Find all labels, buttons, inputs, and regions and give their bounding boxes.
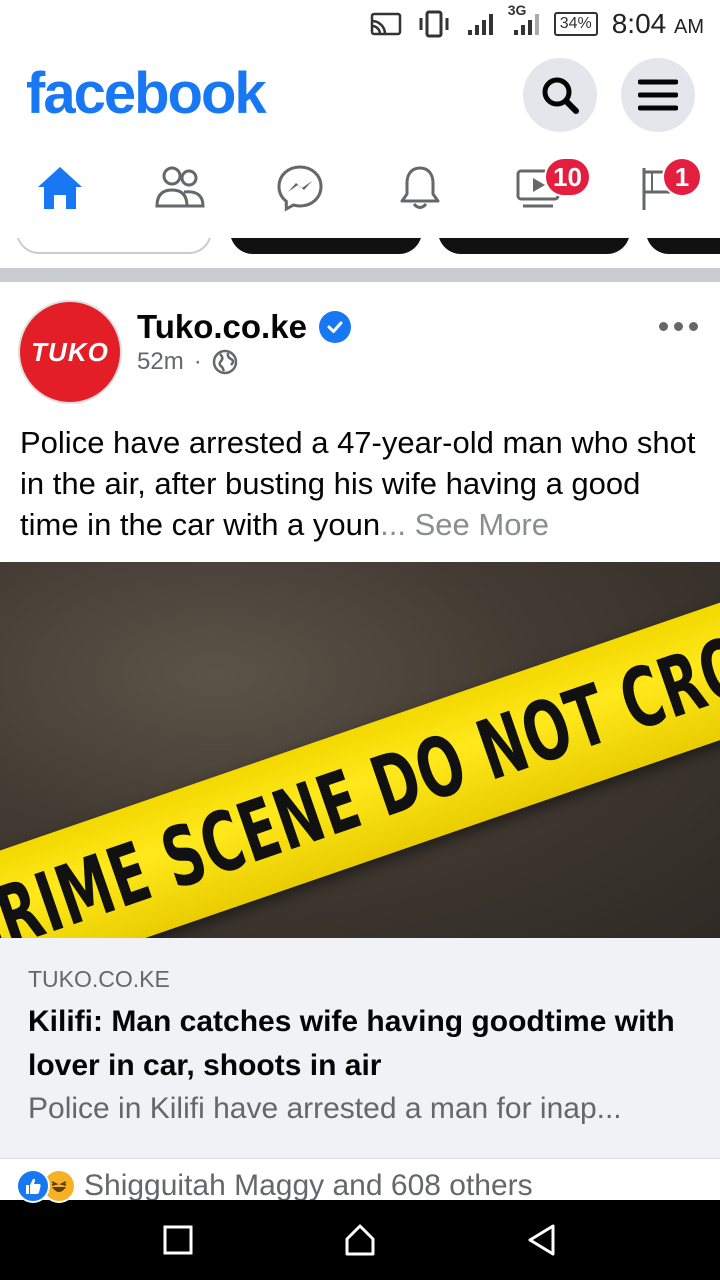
search-button[interactable] — [523, 58, 597, 132]
app-header: facebook — [0, 48, 720, 138]
link-domain: TUKO.CO.KE — [28, 966, 170, 992]
feed-divider — [0, 268, 720, 282]
status-bar: 3G 34% 8:04 AM — [0, 0, 720, 48]
tab-notifications[interactable] — [360, 138, 480, 238]
watch-badge: 10 — [544, 157, 591, 197]
link-title: Kilifi: Man catches wife having goodtime… — [28, 1005, 675, 1082]
avatar[interactable]: TUKO — [18, 300, 122, 404]
cast-icon — [370, 0, 402, 48]
more-dot — [674, 322, 683, 331]
post-image[interactable]: CRIME SCENE DO NOT CROSS — [0, 562, 720, 938]
vibrate-icon — [416, 0, 452, 48]
recents-icon — [163, 1225, 193, 1255]
main-nav: 10 1 — [0, 138, 720, 238]
clock: 8:04 AM — [611, 8, 704, 39]
tab-friends[interactable] — [120, 138, 240, 238]
post-options-button[interactable] — [659, 322, 698, 331]
globe-icon — [212, 349, 237, 375]
author-name: Tuko.co.ke — [137, 308, 307, 345]
link-preview[interactable]: TUKO.CO.KE Kilifi: Man catches wife havi… — [0, 938, 720, 1158]
home-icon — [345, 1224, 375, 1256]
post-author[interactable]: Tuko.co.ke — [137, 308, 351, 346]
like-icon — [16, 1169, 50, 1203]
see-more-link[interactable]: See More — [415, 507, 549, 542]
link-description: Police in Kilifi have arrested a man for… — [28, 1092, 622, 1125]
tab-messenger[interactable] — [240, 138, 360, 238]
tab-watch[interactable]: 10 — [480, 138, 600, 238]
menu-icon — [638, 79, 678, 111]
android-home-button[interactable] — [340, 1220, 380, 1260]
signal-3g-icon: 3G — [508, 0, 540, 48]
crime-scene-tape: CRIME SCENE DO NOT CROSS — [0, 577, 720, 938]
tab-marketplace[interactable]: 1 — [600, 138, 720, 238]
create-story-card[interactable] — [16, 238, 212, 254]
post-text: Police have arrested a 47-year-old man w… — [20, 425, 696, 542]
back-icon — [528, 1224, 555, 1256]
bell-icon — [400, 166, 440, 209]
verified-icon — [318, 311, 351, 343]
story-card[interactable] — [438, 238, 630, 254]
search-icon — [542, 77, 579, 114]
home-icon — [38, 167, 82, 209]
friends-icon — [155, 166, 205, 208]
messenger-icon — [277, 165, 323, 212]
post-time[interactable]: 52m — [137, 348, 184, 376]
tab-home[interactable] — [0, 138, 120, 238]
recents-button[interactable] — [158, 1220, 198, 1260]
menu-button[interactable] — [621, 58, 695, 132]
battery-icon: 34% — [553, 0, 598, 48]
android-nav-bar — [0, 1200, 720, 1280]
stories-strip[interactable] — [0, 238, 720, 260]
meta-separator: · — [193, 348, 202, 375]
reactions-text: Shigguitah Maggy and 608 others — [84, 1169, 533, 1202]
story-card[interactable] — [646, 238, 720, 254]
battery-level: 34% — [553, 12, 598, 36]
back-button[interactable] — [522, 1220, 562, 1260]
more-dot — [689, 322, 698, 331]
post-meta: 52m · — [137, 348, 238, 376]
avatar-logo-text: TUKO — [31, 336, 109, 367]
more-dot — [659, 322, 668, 331]
signal-icon — [466, 0, 494, 48]
story-card[interactable] — [230, 238, 422, 254]
facebook-logo[interactable]: facebook — [26, 60, 267, 127]
marketplace-badge: 1 — [662, 157, 702, 197]
reactions-separator — [0, 1158, 720, 1159]
tape-text: CRIME SCENE DO NOT CROSS — [0, 591, 720, 938]
